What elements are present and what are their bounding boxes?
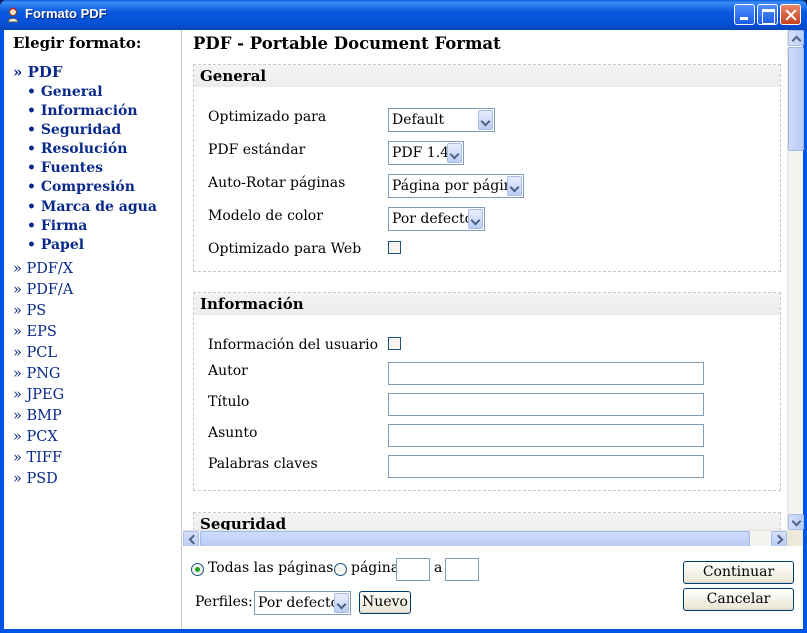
horizontal-scroll-thumb[interactable]: [200, 531, 750, 547]
nav-subitem-compresión[interactable]: • Compresión: [13, 178, 157, 197]
page-title: PDF - Portable Document Format: [193, 34, 501, 53]
profiles-label: Perfiles:: [195, 594, 253, 610]
maximize-button[interactable]: [757, 4, 778, 25]
author-label: Autor: [208, 363, 248, 379]
nav-subitem-papel[interactable]: • Papel: [13, 236, 157, 255]
close-button[interactable]: [780, 4, 801, 25]
continue-button[interactable]: Continuar: [683, 561, 794, 584]
page-range-radio[interactable]: [334, 563, 347, 576]
cancel-button[interactable]: Cancelar: [683, 588, 794, 611]
autorotate-label: Auto-Rotar páginas: [208, 175, 346, 191]
page-to-label: a: [434, 560, 443, 576]
pdf-standard-label: PDF estándar: [208, 142, 306, 158]
profile-select[interactable]: Por defecto: [254, 591, 351, 615]
nav-format-pcx[interactable]: » PCX: [13, 427, 157, 448]
chevron-down-icon: [478, 110, 493, 130]
color-model-value: Por defecto: [392, 211, 474, 227]
nav-format-psd[interactable]: » PSD: [13, 469, 157, 490]
window-title: Formato PDF: [25, 6, 107, 21]
autorotate-select[interactable]: Página por página: [388, 174, 524, 198]
window-content: Elegir formato: » PDF • General • Informac…: [4, 30, 804, 629]
scroll-right-button[interactable]: [771, 531, 787, 547]
color-model-label: Modelo de color: [208, 208, 323, 224]
nav-subitem-seguridad[interactable]: • Seguridad: [13, 121, 157, 140]
nav-format-pdf[interactable]: » PDF: [13, 62, 157, 83]
scroll-down-button[interactable]: [788, 514, 804, 530]
section-general-heading: General: [194, 65, 780, 87]
nav-subitem-firma[interactable]: • Firma: [13, 217, 157, 236]
keywords-input[interactable]: [388, 455, 704, 478]
format-list: » PDF • General • Información • Seguridad • …: [13, 62, 157, 490]
scrollbar-corner: [787, 530, 803, 546]
horizontal-scrollbar[interactable]: [183, 530, 787, 547]
footer-bar: Todas las páginas página a Perfiles: Por…: [183, 546, 803, 629]
chevron-down-icon: [447, 143, 462, 163]
nav-subitem-resolución[interactable]: • Resolución: [13, 140, 157, 159]
window-frame: Formato PDF Elegir formato: » PDF • Gener…: [0, 0, 807, 633]
new-profile-button[interactable]: Nuevo: [359, 591, 411, 614]
vertical-scrollbar[interactable]: [787, 30, 804, 530]
user-info-checkbox[interactable]: [388, 337, 401, 350]
nav-format-pcl[interactable]: » PCL: [13, 343, 157, 364]
chevron-down-icon: [334, 593, 349, 613]
keywords-label: Palabras claves: [208, 456, 318, 472]
title-bar[interactable]: Formato PDF: [0, 0, 807, 30]
nav-format-png[interactable]: » PNG: [13, 364, 157, 385]
user-info-label: Información del usuario: [208, 337, 379, 353]
web-optimized-label: Optimizado para Web: [208, 241, 362, 257]
all-pages-radio[interactable]: [191, 563, 204, 576]
optimized-for-select[interactable]: Default: [388, 108, 495, 132]
nav-subitem-información[interactable]: • Información: [13, 102, 157, 121]
optimized-for-value: Default: [392, 112, 445, 128]
section-general: General Optimizado para Default PDF está…: [193, 64, 781, 272]
nav-format-pdf-x[interactable]: » PDF/X: [13, 259, 157, 280]
sidebar-heading: Elegir formato:: [13, 34, 142, 52]
nav-subitem-fuentes[interactable]: • Fuentes: [13, 159, 157, 178]
nav-subitem-marca-de-agua[interactable]: • Marca de agua: [13, 198, 157, 217]
all-pages-label: Todas las páginas: [208, 560, 334, 576]
nav-format-ps[interactable]: » PS: [13, 301, 157, 322]
color-model-select[interactable]: Por defecto: [388, 207, 485, 231]
nav-format-pdf-a[interactable]: » PDF/A: [13, 280, 157, 301]
page-from-input[interactable]: [396, 558, 430, 581]
nav-format-eps[interactable]: » EPS: [13, 322, 157, 343]
vertical-scroll-thumb[interactable]: [788, 47, 804, 151]
subject-input[interactable]: [388, 424, 704, 447]
settings-panel: PDF - Portable Document Format General O…: [183, 30, 803, 545]
autorotate-value: Página por página: [392, 178, 522, 194]
page-range-label: página: [351, 560, 400, 576]
section-info-heading: Información: [194, 293, 780, 315]
optimized-for-label: Optimizado para: [208, 109, 327, 125]
page-to-input[interactable]: [445, 558, 479, 581]
pdf-standard-value: PDF 1.4: [392, 145, 450, 161]
minimize-button[interactable]: [734, 4, 755, 25]
scroll-up-button[interactable]: [788, 30, 804, 46]
chevron-down-icon: [507, 176, 522, 196]
pdf-standard-select[interactable]: PDF 1.4: [388, 141, 464, 165]
nav-format-bmp[interactable]: » BMP: [13, 406, 157, 427]
profile-value: Por defecto: [258, 595, 340, 611]
subject-label: Asunto: [208, 425, 258, 441]
nav-format-tiff[interactable]: » TIFF: [13, 448, 157, 469]
chevron-down-icon: [468, 209, 483, 229]
web-optimized-checkbox[interactable]: [388, 241, 401, 254]
author-input[interactable]: [388, 362, 704, 385]
title-label: Título: [208, 394, 250, 410]
nav-subitem-general[interactable]: • General: [13, 83, 157, 102]
nav-format-jpeg[interactable]: » JPEG: [13, 385, 157, 406]
app-icon: [7, 7, 19, 23]
section-info: Información Información del usuario Auto…: [193, 292, 781, 491]
title-input[interactable]: [388, 393, 704, 416]
format-sidebar: Elegir formato: » PDF • General • Informac…: [4, 30, 182, 629]
scroll-left-button[interactable]: [183, 531, 199, 547]
